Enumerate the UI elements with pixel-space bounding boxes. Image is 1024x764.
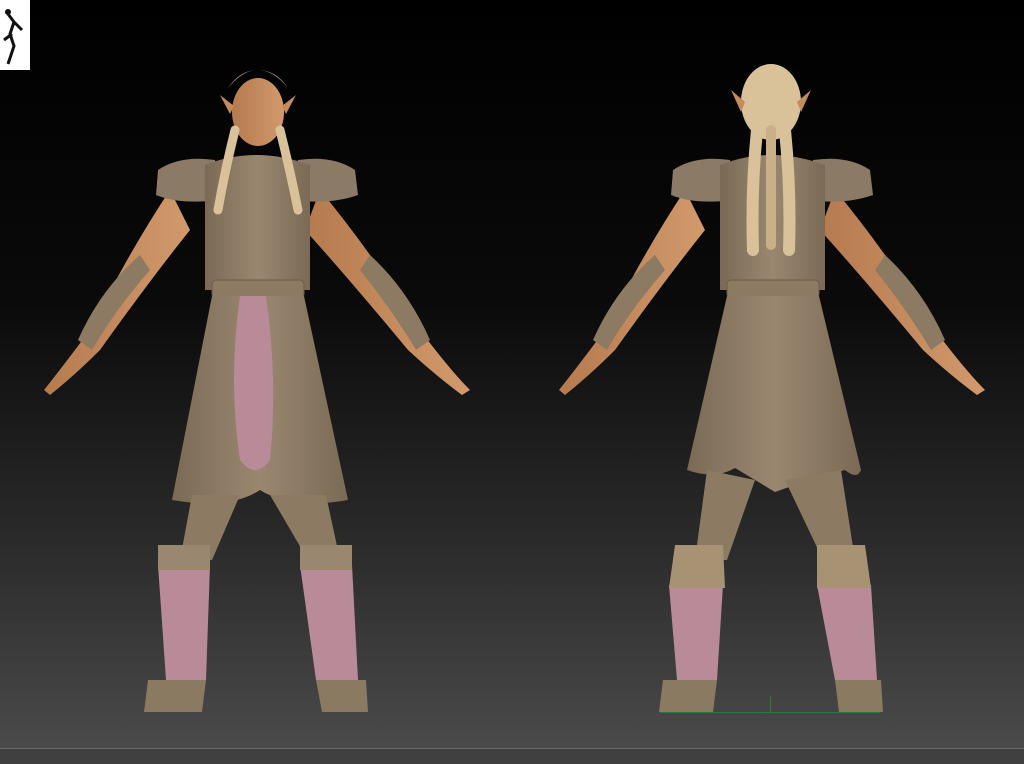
3d-viewport[interactable]	[0, 0, 1024, 748]
character-back-view[interactable]	[545, 40, 1005, 730]
character-front-view[interactable]	[30, 40, 490, 730]
bottom-status-bar	[0, 748, 1024, 764]
navigation-thumbnail-icon[interactable]	[0, 0, 30, 70]
floor-axis-icon	[770, 696, 771, 712]
floor-grid-icon	[660, 712, 880, 713]
